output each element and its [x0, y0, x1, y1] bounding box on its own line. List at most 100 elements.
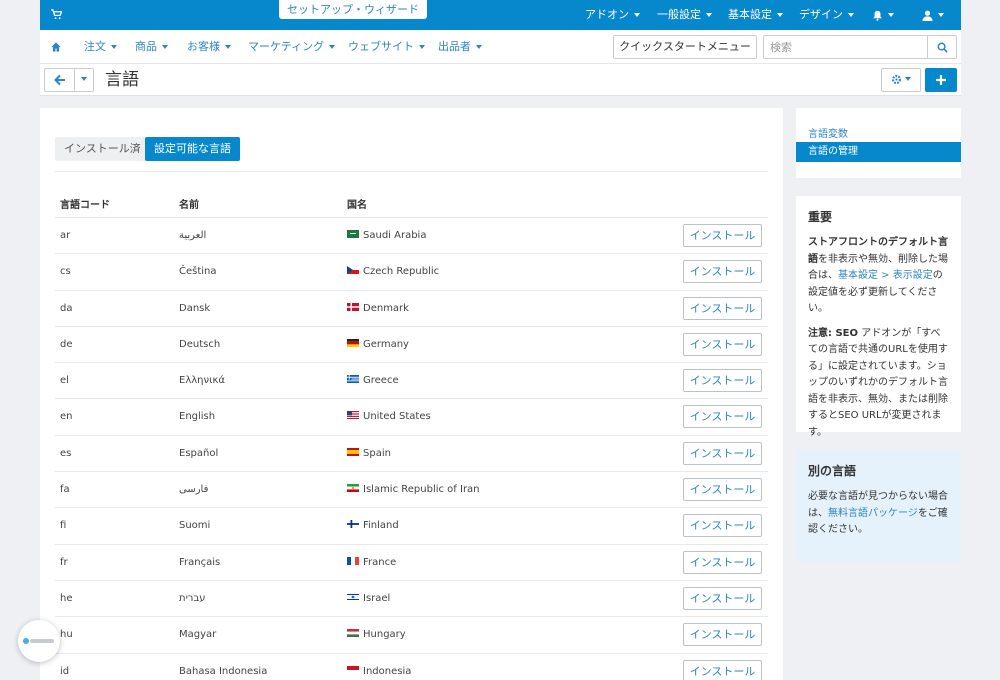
- search-input[interactable]: [763, 35, 928, 59]
- important-text-2: 注意: SEO アドオンが「すべての言語で共通のURLを使用する」に設定されてい…: [808, 327, 948, 438]
- install-button[interactable]: インストール: [683, 478, 762, 502]
- menu-addons[interactable]: アドオン: [585, 0, 640, 30]
- table-row: he עברית Israel インストール: [55, 579, 768, 616]
- install-button[interactable]: インストール: [683, 405, 762, 429]
- language-name: فارسی: [179, 484, 209, 496]
- language-code: en: [60, 411, 73, 423]
- country-name: Germany: [363, 338, 409, 350]
- language-code: de: [60, 338, 73, 350]
- flag-fr-icon: [347, 556, 359, 565]
- important-title: 重要: [808, 210, 833, 224]
- language-name: Suomi: [179, 520, 211, 532]
- nav-website[interactable]: ウェブサイト: [348, 30, 425, 64]
- install-button[interactable]: インストール: [683, 623, 762, 647]
- title-bar: 言語: [40, 64, 961, 96]
- display-settings-link[interactable]: 表示設定: [893, 270, 933, 281]
- install-button[interactable]: インストール: [683, 296, 762, 320]
- language-name: Bahasa Indonesia: [179, 665, 268, 677]
- language-name: עברית: [179, 592, 206, 604]
- nav-vendors[interactable]: 出品者: [438, 30, 482, 64]
- chevron-down-icon: [81, 77, 87, 81]
- language-name: Dansk: [179, 302, 211, 314]
- sidebar-item-language-variables[interactable]: 言語変数: [808, 125, 848, 140]
- flag-gr-icon: [347, 375, 359, 384]
- table-row: de Deutsch Germany インストール: [55, 325, 768, 362]
- quick-start-menu-button[interactable]: クイックスタートメニュー: [613, 35, 757, 71]
- column-header-code: 言語コード: [60, 200, 110, 211]
- country-name: France: [363, 556, 397, 568]
- table-row: cs Čeština Czech Republic インストール: [55, 253, 768, 289]
- install-button[interactable]: インストール: [683, 586, 762, 610]
- settings-dropdown-button[interactable]: [881, 68, 921, 92]
- table-row: hu Magyar Hungary インストール: [55, 616, 768, 652]
- country-name: Denmark: [363, 302, 409, 314]
- install-button[interactable]: インストール: [683, 224, 762, 247]
- language-code: id: [60, 665, 70, 677]
- main-panel: インストール済 設定可能な言語 言語コード 名前 国名 ar العربية Sau…: [40, 108, 783, 680]
- home-icon[interactable]: [51, 42, 61, 52]
- language-code: el: [60, 375, 69, 387]
- menu-general-settings[interactable]: 一般設定: [657, 0, 712, 30]
- free-language-packs-link[interactable]: 無料言語パッケージ: [828, 508, 918, 519]
- country-name: Indonesia: [363, 665, 412, 677]
- nav-marketing[interactable]: マーケティング: [248, 30, 336, 64]
- history-dropdown-button[interactable]: [74, 68, 94, 92]
- flag-id-icon: [347, 665, 359, 674]
- plus-icon: [936, 75, 946, 85]
- install-button[interactable]: インストール: [683, 550, 762, 574]
- install-button[interactable]: インストール: [683, 332, 762, 356]
- language-code: ar: [60, 230, 71, 241]
- install-button[interactable]: インストール: [683, 659, 762, 680]
- country-name: Hungary: [363, 629, 406, 641]
- install-button[interactable]: インストール: [683, 260, 762, 284]
- table-row: el Ελληνικά Greece インストール: [55, 362, 768, 398]
- language-code: es: [60, 447, 72, 459]
- setup-wizard-button[interactable]: セットアップ・ウィザード: [279, 0, 427, 19]
- country-name: Israel: [363, 592, 391, 604]
- column-header-name: 名前: [179, 200, 199, 211]
- widget-logo-icon: [23, 638, 29, 644]
- tab-installed[interactable]: インストール済: [55, 137, 150, 161]
- page-title: 言語: [105, 70, 139, 90]
- nav-orders[interactable]: 注文: [84, 30, 117, 64]
- flag-hu-icon: [347, 629, 359, 638]
- table-row: fa فارسی Islamic Republic of Iran インストール: [55, 471, 768, 507]
- nav-products[interactable]: 商品: [135, 30, 168, 64]
- floating-widget-button[interactable]: [18, 620, 60, 662]
- menu-design[interactable]: デザイン: [799, 0, 854, 30]
- country-name: Finland: [363, 520, 399, 532]
- nav-bar: 注文 商品 お客様 マーケティング ウェブサイト 出品者 クイックスタートメニュ…: [40, 30, 961, 71]
- table-row: ar العربية Saudi Arabia インストール: [55, 217, 768, 253]
- tab-available[interactable]: 設定可能な言語: [145, 137, 240, 161]
- user-menu-button[interactable]: [922, 0, 944, 30]
- language-name: Čeština: [179, 266, 217, 278]
- install-button[interactable]: インストール: [683, 441, 762, 465]
- back-button[interactable]: [44, 68, 75, 92]
- language-name: Magyar: [179, 629, 217, 641]
- language-code: da: [60, 302, 73, 314]
- column-header-country: 国名: [347, 200, 367, 211]
- cart-icon[interactable]: [51, 9, 62, 20]
- country-name: Spain: [363, 447, 391, 459]
- flag-dk-icon: [347, 302, 359, 311]
- language-code: he: [60, 592, 73, 604]
- add-button[interactable]: [925, 68, 957, 92]
- basic-settings-link[interactable]: 基本設定: [838, 270, 878, 281]
- language-code: fi: [60, 520, 67, 532]
- install-button[interactable]: インストール: [683, 514, 762, 538]
- language-code: fa: [60, 484, 70, 496]
- user-icon: [922, 10, 933, 21]
- bell-icon: [873, 10, 882, 21]
- search-button[interactable]: [927, 35, 957, 59]
- language-code: hu: [60, 629, 73, 641]
- gear-icon: [891, 74, 902, 84]
- other-languages-panel: 別の言語 必要な言語が見つからない場合は、無料言語パッケージをご確認ください。: [796, 450, 961, 562]
- sidebar-item-manage-languages[interactable]: 言語の管理: [796, 142, 961, 162]
- country-name: Islamic Republic of Iran: [363, 484, 480, 496]
- menu-basic-settings[interactable]: 基本設定: [728, 0, 783, 30]
- notifications-button[interactable]: [872, 0, 894, 30]
- install-button[interactable]: インストール: [683, 369, 762, 393]
- table-row: fr Français France インストール: [55, 543, 768, 580]
- nav-customers[interactable]: お客様: [187, 30, 231, 64]
- important-panel: 重要 ストアフロントのデフォルト言語を非表示や無効、削除した場合は、基本設定 >…: [796, 196, 961, 438]
